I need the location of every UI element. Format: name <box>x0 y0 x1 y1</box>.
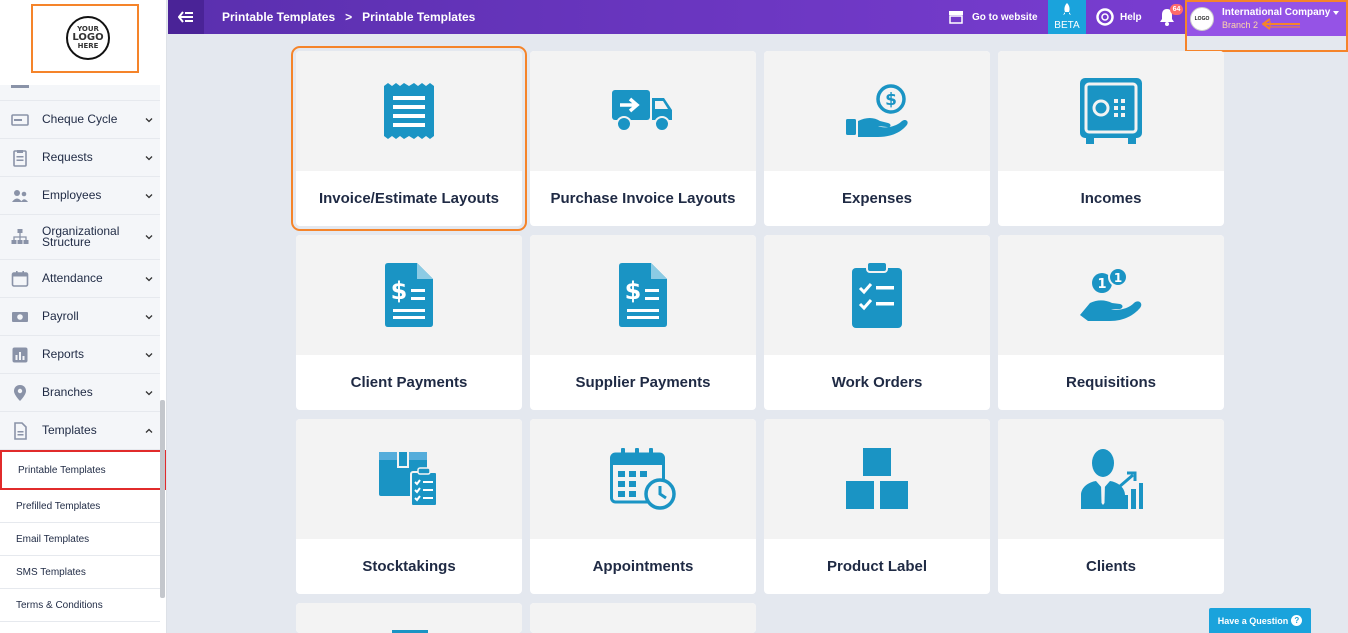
have-a-question-button[interactable]: Have a Question? <box>1209 608 1311 633</box>
svg-text:$: $ <box>625 277 642 305</box>
card-supplier-payments[interactable]: $ Supplier Payments <box>530 235 756 410</box>
svg-text:1: 1 <box>1097 277 1106 292</box>
sidebar-item-branches[interactable]: Branches <box>0 374 160 412</box>
hand-coin-icon: $ <box>846 84 908 137</box>
branch-name: Branch 2 <box>1222 20 1259 30</box>
dollar-document-icon: $ <box>385 263 433 327</box>
go-to-website-link[interactable]: Go to website <box>948 0 1038 34</box>
company-avatar: LOGO <box>1190 7 1214 31</box>
sidebar-scrolled-item <box>0 85 160 101</box>
clipboard-checklist-icon <box>852 262 902 328</box>
location-pin-icon <box>14 384 26 401</box>
sidebar-item-requests[interactable]: Requests <box>0 139 160 177</box>
breadcrumb-item[interactable]: Printable Templates <box>222 10 335 24</box>
svg-text:$: $ <box>391 277 408 305</box>
card-clients[interactable]: Clients <box>998 419 1224 594</box>
employees-icon <box>12 189 28 202</box>
svg-text:1: 1 <box>1114 271 1122 285</box>
svg-text:$: $ <box>885 90 897 110</box>
sidebar-subitem-email-templates[interactable]: Email Templates <box>0 523 160 556</box>
sidebar-subitem-terms-conditions[interactable]: Terms & Conditions <box>0 589 160 622</box>
receipt-icon <box>384 83 434 139</box>
company-logo[interactable]: YOUR LOGO HERE <box>31 4 139 73</box>
calendar-clock-icon <box>610 448 676 510</box>
breadcrumb-separator: > <box>345 10 353 24</box>
card-purchase-invoice-layouts[interactable]: Purchase Invoice Layouts <box>530 51 756 226</box>
chevron-down-icon <box>145 390 153 395</box>
card-incomes[interactable]: Incomes <box>998 51 1224 226</box>
card-expenses[interactable]: $ Expenses <box>764 51 990 226</box>
sidebar-item-payroll[interactable]: Payroll <box>0 298 160 336</box>
arrow-left-menu-icon <box>178 11 193 23</box>
card-invoice-estimate-layouts[interactable]: Invoice/Estimate Layouts <box>291 46 527 231</box>
lifebuoy-icon <box>1096 8 1114 26</box>
boxes-icon <box>846 448 908 509</box>
delivery-truck-icon <box>612 90 672 132</box>
sidebar-scrollbar[interactable] <box>160 400 165 598</box>
sidebar-item-reports[interactable]: Reports <box>0 336 160 374</box>
question-mark-icon: ? <box>1291 615 1303 626</box>
storefront-icon <box>949 11 963 24</box>
breadcrumb-current: Printable Templates <box>362 10 476 24</box>
company-switcher[interactable]: LOGO International Company Branch 2 <box>1185 0 1348 52</box>
rocket-icon <box>1063 3 1071 15</box>
chevron-down-icon <box>145 352 153 357</box>
chevron-down-icon <box>145 314 153 319</box>
sidebar-item-templates[interactable]: Templates <box>0 412 160 450</box>
sidebar-subitem-prefilled-templates[interactable]: Prefilled Templates <box>0 490 160 523</box>
person-growth-icon <box>1081 449 1143 509</box>
sidebar-item-cheque-cycle[interactable]: Cheque Cycle <box>0 101 160 139</box>
help-link[interactable]: Help <box>1096 0 1142 34</box>
card-work-orders[interactable]: Work Orders <box>764 235 990 410</box>
card-partial[interactable] <box>530 603 756 633</box>
beta-badge[interactable]: BETA <box>1048 0 1086 34</box>
sidebar-item-employees[interactable]: Employees <box>0 177 160 215</box>
chevron-down-icon <box>145 193 153 198</box>
cheque-icon <box>11 113 29 126</box>
topbar: Printable Templates > Printable Template… <box>168 0 1348 52</box>
chevron-up-icon <box>145 428 153 433</box>
sidebar-subitem-printable-templates[interactable]: Printable Templates <box>0 450 166 490</box>
calendar-icon <box>11 270 29 287</box>
safe-icon <box>1080 78 1142 144</box>
bar-chart-icon <box>12 347 28 362</box>
chevron-down-icon <box>145 117 153 122</box>
dollar-document-icon: $ <box>619 263 667 327</box>
org-structure-icon <box>11 229 29 244</box>
sidebar-subitem-manage-files[interactable]: Manage Files/Documents <box>0 622 160 633</box>
card-product-label[interactable]: Product Label <box>764 419 990 594</box>
sidebar: YOUR LOGO HERE Cheque Cycle Requests Emp… <box>0 0 167 633</box>
money-icon <box>12 311 28 322</box>
hand-coins-icon: 11 <box>1080 267 1142 321</box>
requests-icon <box>13 149 27 167</box>
sidebar-item-organizational-structure[interactable]: Organizational Structure <box>0 215 160 260</box>
card-requisitions[interactable]: 11 Requisitions <box>998 235 1224 410</box>
notification-count-badge: 64 <box>1170 4 1183 15</box>
box-checklist-icon <box>379 452 438 507</box>
card-stocktakings[interactable]: Stocktakings <box>296 419 522 594</box>
card-client-payments[interactable]: $ Client Payments <box>296 235 522 410</box>
document-icon <box>14 421 27 440</box>
sidebar-item-attendance[interactable]: Attendance <box>0 260 160 298</box>
caret-down-icon <box>1333 11 1339 15</box>
arrow-left-annotation-icon <box>1262 18 1300 30</box>
chevron-down-icon <box>145 235 153 240</box>
sidebar-subitem-sms-templates[interactable]: SMS Templates <box>0 556 160 589</box>
card-partial[interactable] <box>296 603 522 633</box>
chevron-down-icon <box>145 155 153 160</box>
collapse-sidebar-button[interactable] <box>168 0 204 34</box>
breadcrumb: Printable Templates > Printable Template… <box>222 0 475 34</box>
sidebar-menu: Cheque Cycle Requests Employees Organiza… <box>0 101 166 633</box>
chevron-down-icon <box>145 276 153 281</box>
card-appointments[interactable]: Appointments <box>530 419 756 594</box>
logo-icon: YOUR LOGO HERE <box>66 16 110 60</box>
